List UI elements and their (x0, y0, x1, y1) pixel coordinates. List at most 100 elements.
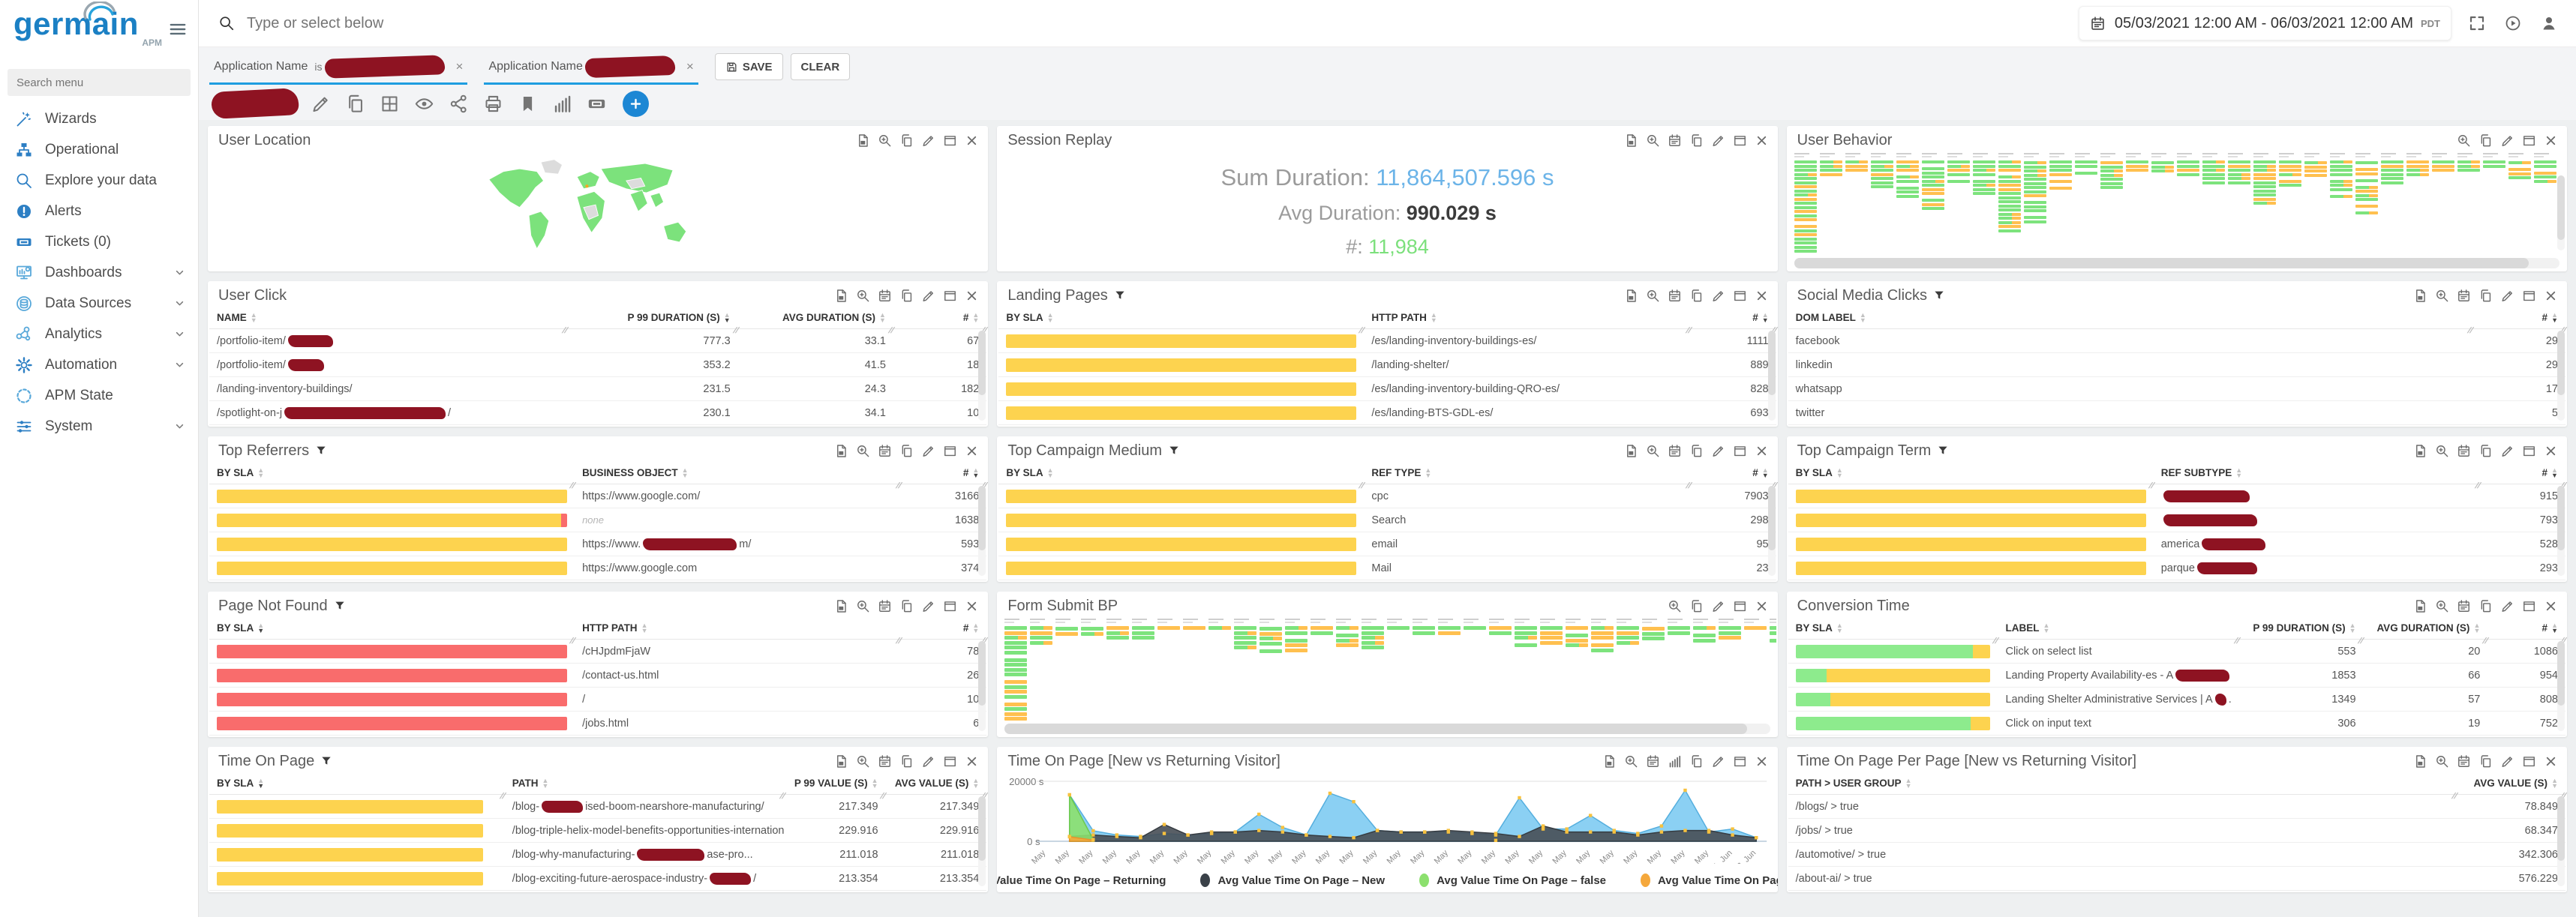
csv-icon[interactable] (834, 754, 848, 769)
copy-icon[interactable] (1689, 289, 1704, 303)
column-header[interactable]: AVG DURATION (S)▲▼// (2364, 617, 2488, 639)
copy-icon[interactable] (2478, 444, 2493, 458)
edit-icon[interactable] (921, 599, 935, 613)
filter-chip[interactable]: Application Nameis× (209, 53, 467, 85)
column-header[interactable]: REF SUBTYPE▲▼// (2154, 462, 2480, 484)
maximize-icon[interactable] (943, 444, 957, 458)
zoom-icon[interactable] (856, 599, 870, 613)
column-header[interactable]: BY SLA▲▼// (209, 462, 575, 484)
close-icon[interactable] (1755, 133, 1769, 148)
table-row[interactable]: /blog-why-manufacturing-ase-pro...211.01… (209, 843, 986, 867)
calendar-icon[interactable] (2457, 289, 2471, 303)
clear-button[interactable]: CLEAR (791, 53, 851, 80)
filter-icon[interactable] (1937, 445, 1949, 457)
maximize-icon[interactable] (1733, 289, 1747, 303)
scrollbar-thumb[interactable] (2557, 641, 2565, 706)
copy-icon[interactable] (345, 94, 365, 114)
scrollbar-thumb[interactable] (2557, 486, 2565, 550)
column-header[interactable]: P 99 DURATION (S)▲▼// (2239, 617, 2364, 639)
sidebar-item-wizards[interactable]: Wizards (0, 103, 198, 134)
close-icon[interactable] (2544, 754, 2558, 769)
copy-icon[interactable] (899, 599, 914, 613)
filter-icon[interactable] (320, 755, 332, 767)
table-row[interactable]: parque293 (1788, 556, 2565, 580)
csv-icon[interactable] (834, 289, 848, 303)
zoom-icon[interactable] (2435, 599, 2449, 613)
remove-filter-icon[interactable]: × (456, 59, 464, 74)
scrollbar-thumb[interactable] (1794, 258, 2529, 268)
column-header[interactable]: #▲▼// (2487, 617, 2565, 639)
copy-icon[interactable] (1689, 754, 1704, 769)
close-icon[interactable] (2544, 444, 2558, 458)
filter-icon[interactable] (1933, 289, 1945, 301)
column-header[interactable]: AVG DURATION (S)▲▼// (738, 307, 893, 328)
table-row[interactable]: /landing-inventory-buildings/231.524.318… (209, 377, 986, 401)
table-row[interactable]: cpc7903 (998, 484, 1776, 508)
close-icon[interactable] (965, 444, 979, 458)
edit-icon[interactable] (921, 754, 935, 769)
calendar-icon[interactable] (878, 599, 892, 613)
maximize-icon[interactable] (943, 754, 957, 769)
column-header[interactable]: #▲▼// (1691, 307, 1776, 328)
table-row[interactable]: Mail23 (998, 556, 1776, 580)
column-header[interactable]: PATH▲▼// (505, 772, 785, 794)
table-row[interactable]: /blog-ised-boom-nearshore-manufacturing/… (209, 795, 986, 819)
legend-item[interactable]: Avg Value Time On Page – false (1419, 874, 1606, 887)
column-header[interactable]: BY SLA▲▼// (1788, 462, 2154, 484)
sidebar-item-system[interactable]: System (0, 411, 198, 442)
copy-icon[interactable] (2478, 133, 2493, 148)
copy-icon[interactable] (2478, 289, 2493, 303)
edit-icon[interactable] (2500, 289, 2514, 303)
maximize-icon[interactable] (2522, 289, 2536, 303)
calendar-icon[interactable] (2457, 444, 2471, 458)
edit-icon[interactable] (1711, 444, 1725, 458)
user-avatar-icon[interactable] (2540, 14, 2558, 32)
column-header[interactable]: LABEL▲▼// (1998, 617, 2238, 639)
bars-icon[interactable] (552, 94, 572, 114)
maximize-icon[interactable] (943, 289, 957, 303)
copy-icon[interactable] (1689, 444, 1704, 458)
table-row[interactable]: whatsapp17 (1788, 377, 2565, 401)
copy-icon[interactable] (899, 289, 914, 303)
zoom-icon[interactable] (2435, 444, 2449, 458)
column-header[interactable]: #▲▼// (893, 307, 986, 328)
zoom-icon[interactable] (1668, 599, 1682, 613)
hamburger-menu-icon[interactable] (168, 19, 188, 39)
table-row[interactable]: Landing Property Availability-es - A1853… (1788, 664, 2565, 688)
copy-icon[interactable] (899, 133, 914, 148)
filter-chip[interactable]: Application Name× (484, 53, 698, 85)
column-header[interactable]: BY SLA▲▼// (1788, 617, 1998, 639)
copy-icon[interactable] (1689, 599, 1704, 613)
maximize-icon[interactable] (943, 599, 957, 613)
sidebar-item-dashboards[interactable]: Dashboards (0, 257, 198, 288)
share-icon[interactable] (449, 94, 469, 114)
table-row[interactable]: Search298 (998, 508, 1776, 532)
column-header[interactable]: DOM LABEL▲▼// (1788, 307, 2472, 328)
calendar-icon[interactable] (1668, 289, 1682, 303)
csv-icon[interactable] (834, 599, 848, 613)
copy-icon[interactable] (2478, 599, 2493, 613)
filter-icon[interactable] (1168, 445, 1180, 457)
table-row[interactable]: twitter5 (1788, 401, 2565, 425)
close-icon[interactable] (965, 289, 979, 303)
global-search-input[interactable] (245, 14, 1596, 33)
table-row[interactable]: /blog-triple-helix-model-benefits-opport… (209, 819, 986, 843)
zoom-icon[interactable] (856, 289, 870, 303)
maximize-icon[interactable] (943, 133, 957, 148)
table-row[interactable]: none1638 (209, 508, 986, 532)
edit-icon[interactable] (921, 444, 935, 458)
csv-icon[interactable] (2413, 599, 2427, 613)
sidebar-item-apm-state[interactable]: APM State (0, 380, 198, 411)
scrollbar-thumb[interactable] (2557, 175, 2565, 240)
csv-icon[interactable] (2413, 754, 2427, 769)
csv-icon[interactable] (1602, 754, 1617, 769)
column-header[interactable]: P 99 DURATION (S)▲▼// (567, 307, 738, 328)
column-header[interactable]: AVG VALUE (S)▲▼// (2457, 772, 2565, 794)
table-row[interactable]: /jobs.html6 (209, 712, 986, 736)
table-row[interactable]: Click on input text30619752 (1788, 712, 2565, 736)
table-row[interactable]: /cHJpdmFjaW78 (209, 640, 986, 664)
column-header[interactable]: REF TYPE▲▼// (1364, 462, 1690, 484)
close-icon[interactable] (2544, 133, 2558, 148)
fullscreen-icon[interactable] (2468, 14, 2486, 32)
filter-icon[interactable] (1114, 289, 1126, 301)
